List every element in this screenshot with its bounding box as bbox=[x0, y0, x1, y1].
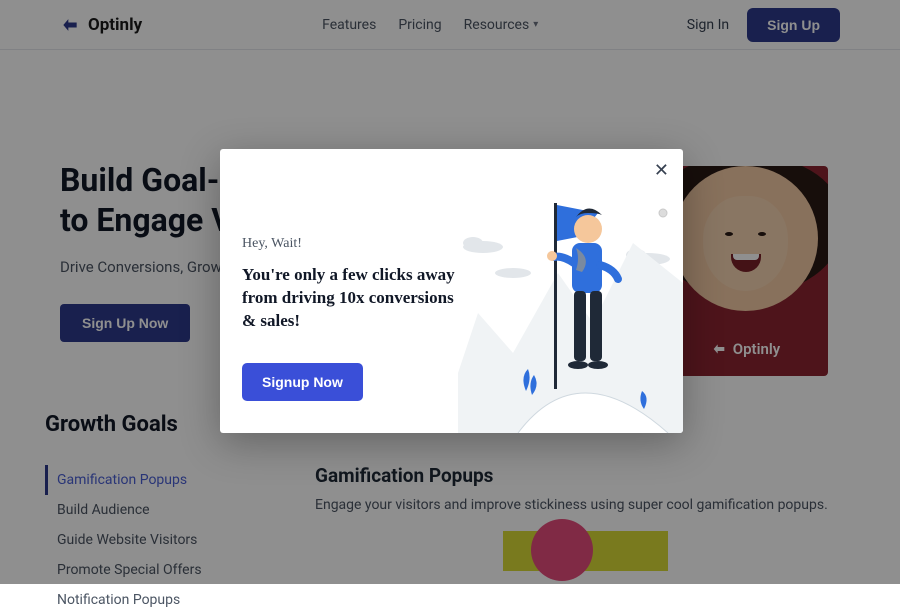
modal-illustration bbox=[466, 149, 683, 433]
modal-signup-button[interactable]: Signup Now bbox=[242, 363, 363, 401]
modal-eyebrow: Hey, Wait! bbox=[242, 236, 466, 252]
exit-intent-modal: ✕ Hey, Wait! You're only a few clicks aw… bbox=[220, 149, 683, 433]
goal-item-notification[interactable]: Notification Popups bbox=[45, 585, 255, 615]
modal-headline: You're only a few clicks away from drivi… bbox=[242, 264, 466, 333]
modal-content: Hey, Wait! You're only a few clicks away… bbox=[220, 149, 466, 433]
